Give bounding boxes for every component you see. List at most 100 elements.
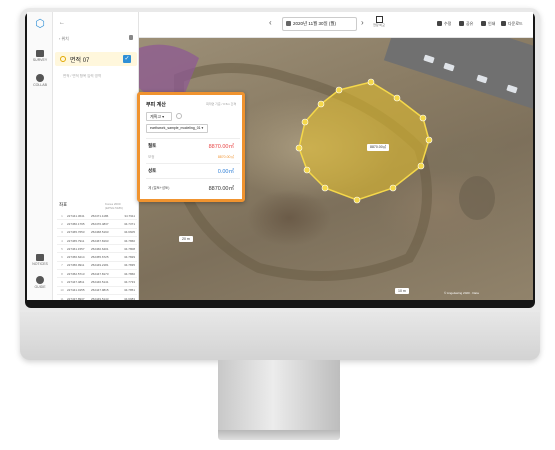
divider <box>146 138 240 139</box>
model-select[interactable]: earthwork_sample_modeling_01 ▾ <box>146 124 208 133</box>
vertex-handle[interactable] <box>295 144 303 152</box>
table-row[interactable]: 1 227441.3641 252471.1186 34.7911 <box>57 212 137 221</box>
dark-mound <box>459 176 495 220</box>
table-cell: 227461.1557 <box>67 246 85 251</box>
table-row[interactable]: 10 227441.0155 252447.9815 34.7851 <box>57 287 137 295</box>
monitor-chin <box>20 312 540 360</box>
calendar-icon <box>286 21 291 26</box>
table-cell: 227456.9911 <box>67 263 85 268</box>
panel-subtitle: 최저면 기준 / 0.5m 간격 <box>206 102 237 106</box>
table-row[interactable]: 5 227461.1557 252460.6401 34.7808 <box>57 245 137 254</box>
table-row[interactable]: 9 227447.4811 252446.5141 34.7733 <box>57 278 137 287</box>
tool-label: 공유 <box>466 21 474 26</box>
table-cell: 34.7911 <box>124 213 135 218</box>
item-name: 면적 07 <box>70 58 90 64</box>
compare-label: 현장 비교 <box>373 23 385 27</box>
table-row[interactable]: 8 227452.5713 252447.8173 34.7860 <box>57 270 137 279</box>
vertex-handle[interactable] <box>419 114 427 122</box>
table-cell: 227441.0155 <box>67 288 85 293</box>
vertex-handle[interactable] <box>303 166 311 174</box>
table-cell: 2 <box>61 221 63 226</box>
method-select[interactable]: 계획고 ▾ <box>146 112 172 121</box>
panel-title: 부피 계산 <box>146 102 166 108</box>
user-icon <box>36 74 44 82</box>
folder-icon <box>36 50 44 57</box>
table-cell: 252449.5143 <box>91 296 109 300</box>
table-cell: 227465.7911 <box>67 238 85 243</box>
tool-label: 수정 <box>444 21 452 26</box>
table-row[interactable]: 7 227456.9911 252449.2181 34.7835 <box>57 262 137 271</box>
table-cell: 227465.7653 <box>67 230 85 235</box>
rail-item-users[interactable]: COLLAB <box>27 74 53 87</box>
info-icon[interactable] <box>176 113 182 119</box>
table-cell: 4 <box>61 238 63 243</box>
coordinates-table: 1 227441.3641 252471.1186 34.7911 2 227450.17… <box>57 212 137 300</box>
print-button[interactable]: 인쇄 <box>481 21 495 27</box>
table-row[interactable]: 4 227465.7911 252467.8193 34.7860 <box>57 237 137 246</box>
coords-meta[interactable]: Korea 2000 (EPSG:5186) <box>105 202 138 210</box>
visibility-checkbox[interactable]: ✓ <box>123 55 131 63</box>
rail-item-help[interactable]: GUIDE <box>27 276 53 289</box>
cut-value: 8870.00㎥ <box>208 144 234 150</box>
adjust-label: 보정 <box>148 155 155 159</box>
vertex-handle[interactable] <box>317 100 325 108</box>
table-cell: 34.7733 <box>124 280 135 285</box>
vertex-handle[interactable] <box>353 196 361 204</box>
table-cell: 227441.3641 <box>67 213 85 218</box>
fill-label: 성토 <box>148 168 157 173</box>
vertex-handle[interactable] <box>321 184 329 192</box>
table-cell: 9 <box>61 280 63 285</box>
divider <box>146 178 240 179</box>
scale-label: 10 m <box>395 288 409 294</box>
table-cell: 34.6983 <box>124 296 135 300</box>
vertex-handle[interactable] <box>367 78 375 86</box>
table-cell: 227450.1795 <box>67 221 85 226</box>
app-logo-icon[interactable]: ⬡ <box>34 18 46 30</box>
share-icon <box>459 21 464 27</box>
vertex-handle[interactable] <box>425 136 433 144</box>
list-item-area[interactable]: 면적 07 ✓ <box>55 52 137 66</box>
breadcrumb[interactable]: ‹ 위치 <box>59 36 69 42</box>
rail-item-files[interactable]: SURVEY <box>27 50 53 62</box>
edit-button[interactable]: 수정 <box>437 21 451 27</box>
table-cell: 34.7860 <box>124 271 135 276</box>
table-cell: 34.7371 <box>124 221 135 226</box>
next-date-icon[interactable]: › <box>361 18 364 27</box>
table-cell: 34.7808 <box>124 246 135 251</box>
monitor-stand <box>218 360 340 430</box>
side-panel: ← ‹ 위치 면적 07 ✓ 면적 / 면적 항목 입력 영역 좌표 Korea… <box>53 12 139 300</box>
table-cell: 252476.4837 <box>91 221 109 226</box>
vertex-handle[interactable] <box>301 118 309 126</box>
download-button[interactable]: 다운로드 <box>501 21 523 27</box>
date-selector[interactable]: 2020년 11월 30일 (월) <box>282 17 357 31</box>
table-row[interactable]: 6 227456.6214 252455.6725 34.7829 <box>57 253 137 262</box>
table-cell: 34.7851 <box>124 288 135 293</box>
rail-item-notices[interactable]: NOTICES <box>27 254 53 266</box>
table-cell: 3 <box>61 230 63 235</box>
back-arrow-icon[interactable]: ← <box>59 20 65 26</box>
tool-label: 인쇄 <box>488 21 496 26</box>
table-row[interactable]: 3 227465.7653 252468.5193 34.6605 <box>57 229 137 237</box>
vertex-handle[interactable] <box>393 94 401 102</box>
table-row[interactable]: 2 227450.1795 252476.4837 34.7371 <box>57 220 137 229</box>
vertex-handle[interactable] <box>335 86 343 94</box>
vertex-handle[interactable] <box>389 184 397 192</box>
table-row[interactable]: 11 227437.8937 252449.5143 34.6983 <box>57 295 137 300</box>
share-button[interactable]: 공유 <box>459 21 473 27</box>
vertex-handle[interactable] <box>417 162 425 170</box>
monitor-stand-base <box>218 430 340 440</box>
rail-label: GUIDE <box>34 285 46 289</box>
table-cell: 252460.6401 <box>91 246 109 251</box>
table-cell: 227452.5713 <box>67 271 85 276</box>
area-polygon[interactable] <box>298 81 430 201</box>
cut-label: 절토 <box>148 143 157 148</box>
total-label: 계 (절토+성토) <box>148 186 170 190</box>
print-icon <box>481 21 486 27</box>
pencil-icon <box>437 21 442 27</box>
compare-button[interactable]: 현장 비교 <box>371 16 387 27</box>
table-cell: 8 <box>61 271 63 276</box>
trash-icon[interactable] <box>129 35 133 40</box>
prev-date-icon[interactable]: ‹ <box>269 18 272 27</box>
volume-label: 8870.00㎥ <box>367 144 390 151</box>
fill-value: 0.00㎥ <box>217 169 234 175</box>
